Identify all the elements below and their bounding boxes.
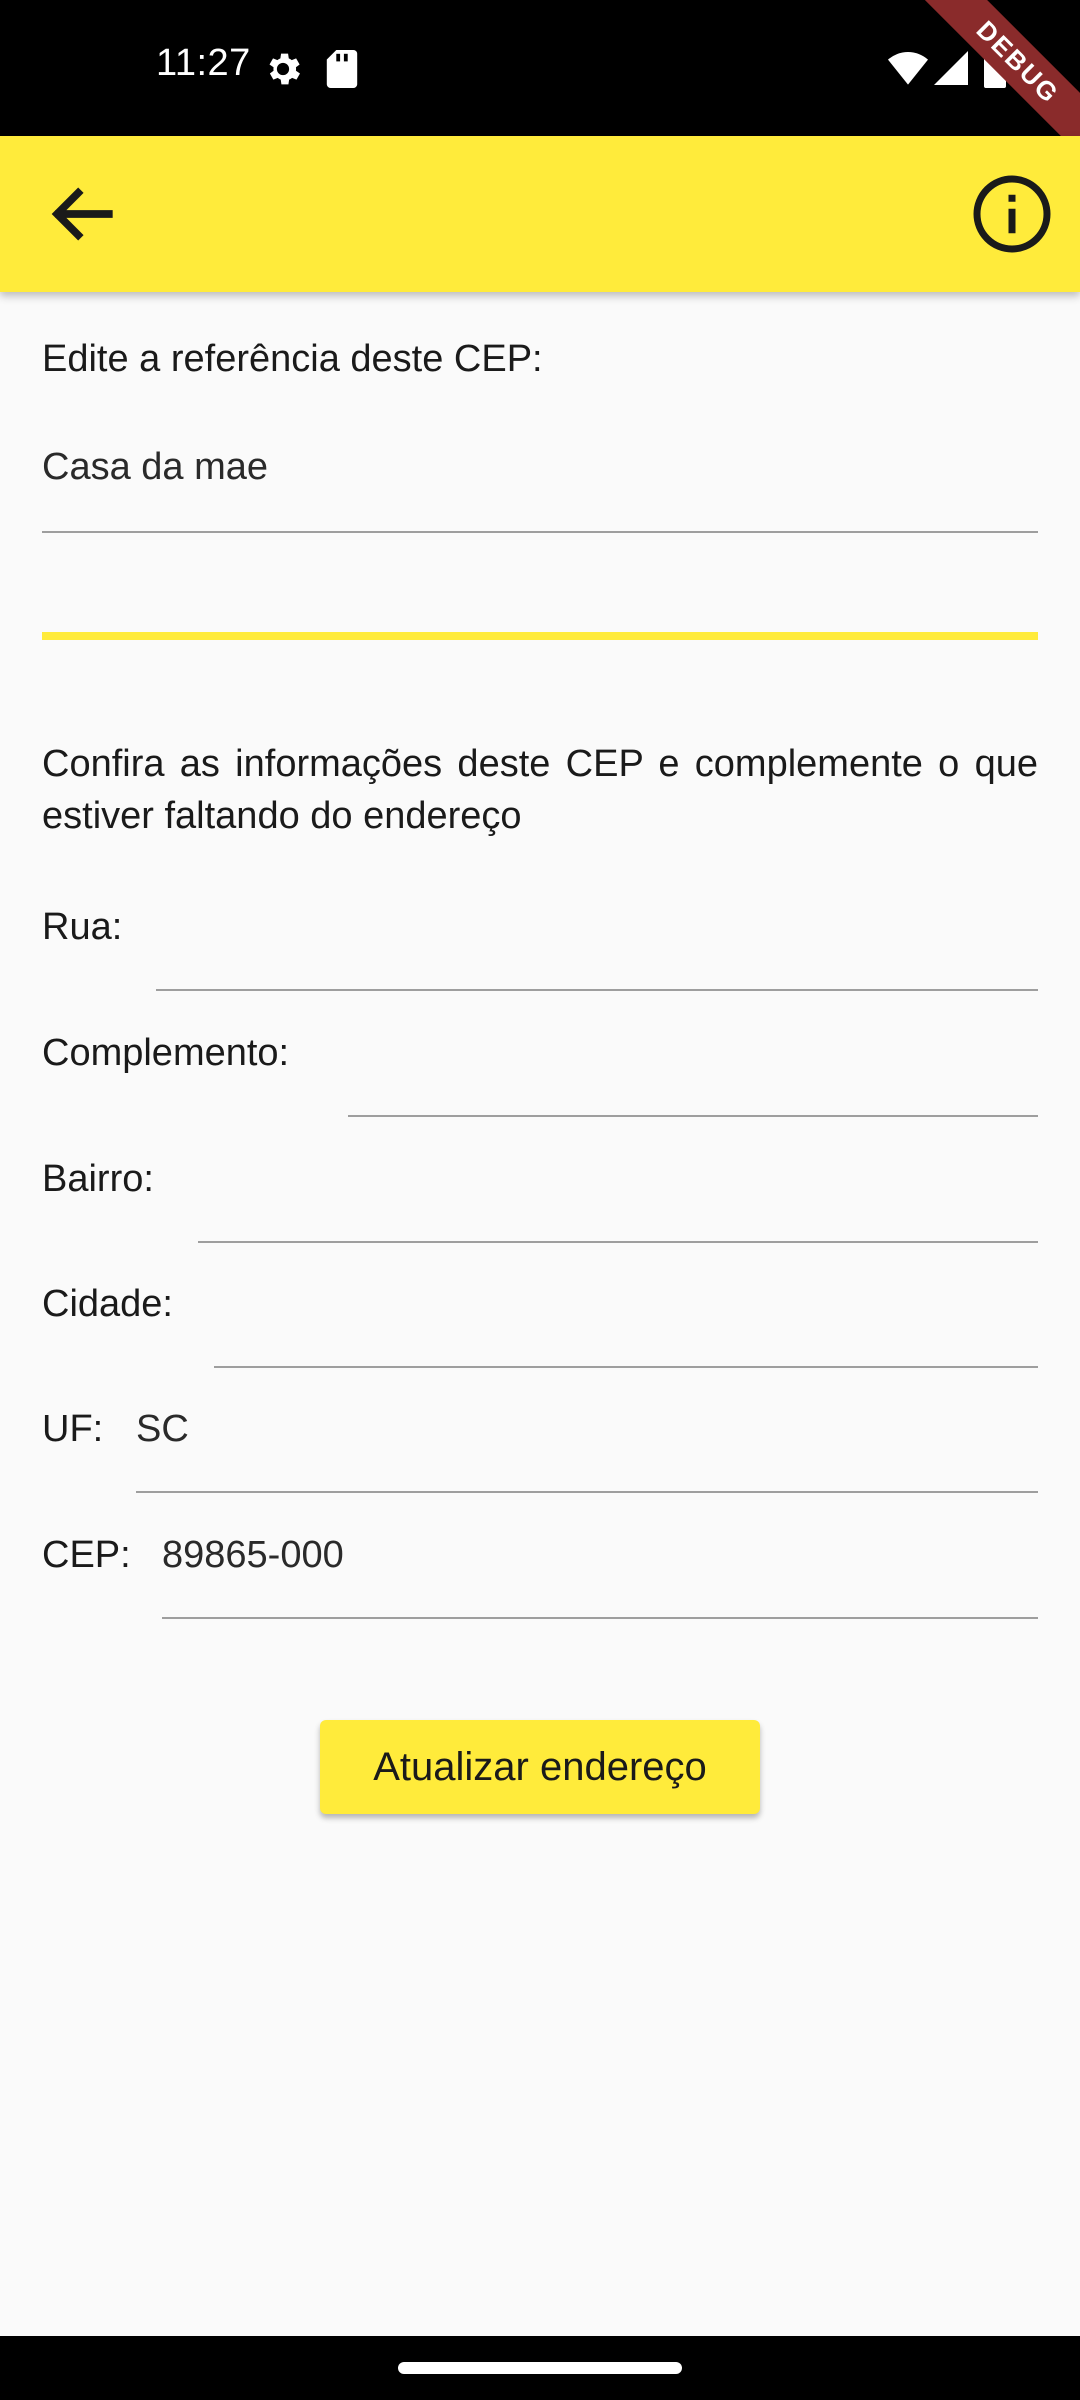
reference-input[interactable]: Casa da mae <box>42 446 1038 489</box>
reference-input-underline <box>42 531 1038 533</box>
rua-input[interactable] <box>156 906 1038 952</box>
reference-label: Edite a referência deste CEP: <box>42 338 543 380</box>
cidade-label: Cidade: <box>42 1283 173 1325</box>
uf-input[interactable]: SC <box>136 1408 1038 1451</box>
section-divider <box>42 632 1038 640</box>
bairro-input-underline <box>198 1241 1038 1243</box>
complemento-input-underline <box>348 1115 1038 1117</box>
home-indicator[interactable] <box>398 2362 682 2374</box>
status-bar: 11:27 <box>0 0 1080 136</box>
complemento-input[interactable] <box>348 1032 1038 1078</box>
app-bar <box>0 136 1080 292</box>
info-icon[interactable] <box>970 172 1054 256</box>
bairro-input[interactable] <box>198 1158 1038 1204</box>
sd-card-icon <box>326 50 358 88</box>
instructions-text: Confira as informações deste CEP e compl… <box>42 743 1038 837</box>
uf-label: UF: <box>42 1408 104 1450</box>
cep-input[interactable]: 89865-000 <box>162 1534 1038 1577</box>
update-address-button[interactable]: Atualizar endereço <box>320 1720 760 1814</box>
settings-gear-icon <box>269 53 300 85</box>
rua-input-underline <box>156 989 1038 991</box>
status-time: 11:27 <box>156 42 251 84</box>
complemento-label: Complemento: <box>42 1032 290 1074</box>
bairro-label: Bairro: <box>42 1158 154 1200</box>
cidade-input-underline <box>214 1366 1038 1368</box>
cep-input-underline <box>162 1617 1038 1619</box>
uf-input-underline <box>136 1491 1038 1493</box>
cep-label: CEP: <box>42 1534 131 1576</box>
cidade-input[interactable] <box>214 1283 1038 1329</box>
arrow-back-icon[interactable] <box>36 168 128 260</box>
rua-label: Rua: <box>42 906 123 948</box>
